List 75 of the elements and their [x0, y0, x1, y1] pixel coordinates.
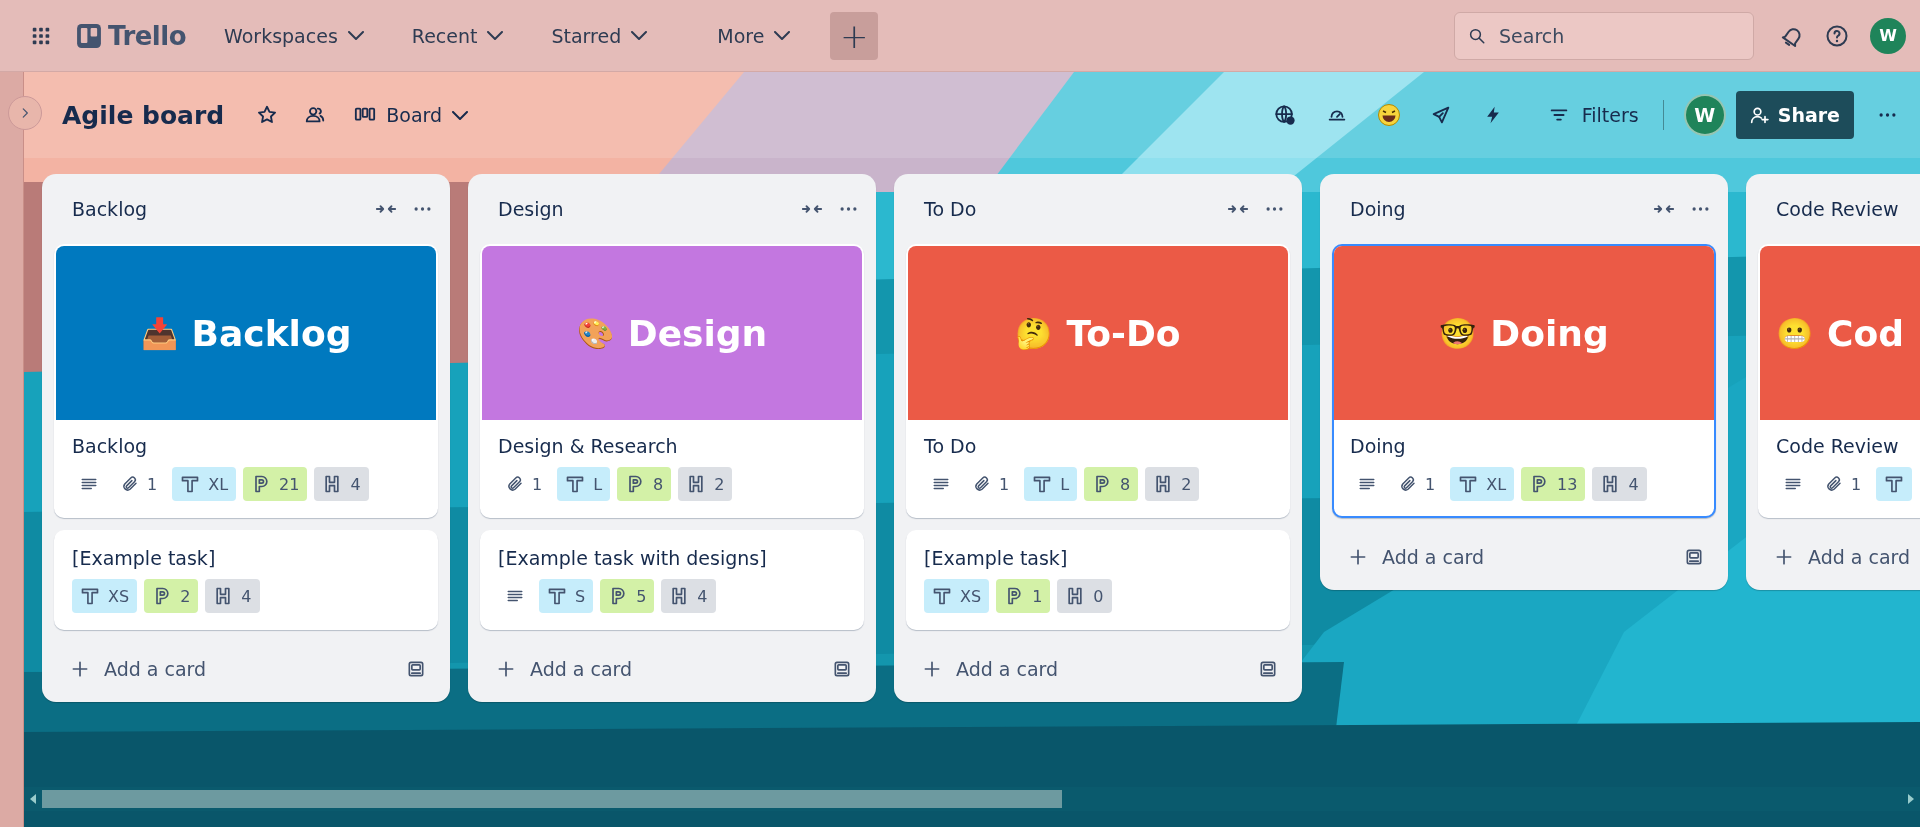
- card-title: Design & Research: [498, 435, 679, 457]
- hours-badge: 4: [1592, 467, 1647, 501]
- points-badge: 8: [617, 467, 672, 501]
- size-badge: L: [557, 467, 611, 501]
- points-badge: 13: [1521, 467, 1586, 501]
- add-card-button[interactable]: Add a card: [916, 652, 1065, 686]
- cover-emoji: 🤔: [1015, 315, 1053, 351]
- add-card-button[interactable]: Add a card: [1342, 540, 1491, 574]
- size-badge: XL: [172, 467, 237, 501]
- size-badge: XS: [72, 579, 138, 613]
- cover-emoji: 📥: [140, 315, 178, 351]
- board-view-button[interactable]: Board: [344, 98, 479, 132]
- list-title[interactable]: Code Review: [1776, 198, 1920, 220]
- card[interactable]: 📥 Backlog Backlog 1 XL 21 4: [54, 244, 438, 518]
- nav-menu-button[interactable]: More: [705, 16, 803, 55]
- card[interactable]: [Example task] XS 1 0: [906, 530, 1290, 630]
- card-title: Doing: [1350, 435, 1407, 457]
- cover-title: Backlog: [191, 312, 352, 354]
- attachment-badge: 1: [498, 467, 551, 501]
- points-badge: 5: [600, 579, 655, 613]
- list-title[interactable]: To Do: [924, 198, 1218, 220]
- hours-badge: 4: [205, 579, 260, 613]
- search-field[interactable]: Search: [1454, 11, 1754, 60]
- size-badge: S: [539, 579, 594, 613]
- nav-menu-button[interactable]: Recent: [399, 16, 516, 55]
- points-badge: 1: [996, 579, 1051, 613]
- points-badge: 2: [144, 579, 199, 613]
- card[interactable]: [Example task] XS 2 4: [54, 530, 438, 630]
- size-badge: L: [1024, 467, 1078, 501]
- cover-emoji: 😬: [1776, 315, 1814, 351]
- attachment-badge: 1: [1817, 467, 1870, 501]
- cover-emoji: 🤓: [1439, 315, 1477, 351]
- cover-title: To-Do: [1066, 312, 1181, 354]
- trello-logo[interactable]: Trello: [76, 20, 187, 51]
- hours-badge: 0: [1057, 579, 1112, 613]
- cover-title: Design: [627, 312, 768, 354]
- nav-menu-button[interactable]: Workspaces: [212, 16, 376, 55]
- attachment-badge: 1: [1391, 467, 1444, 501]
- cover-emoji: 🎨: [576, 315, 614, 351]
- add-card-button[interactable]: Add a card: [490, 652, 639, 686]
- card[interactable]: 😬 Cod Code Review 1: [1758, 244, 1920, 518]
- hours-badge: 2: [1145, 467, 1200, 501]
- cover-title: Doing: [1490, 312, 1609, 354]
- card-title: Code Review: [1776, 435, 1900, 457]
- share-button[interactable]: Share: [1735, 91, 1854, 139]
- list-title[interactable]: Doing: [1350, 198, 1644, 220]
- hours-badge: 4: [661, 579, 716, 613]
- list-title[interactable]: Backlog: [72, 198, 366, 220]
- card[interactable]: 🤔 To-Do To Do 1 L 8 2: [906, 244, 1290, 518]
- filters-button[interactable]: Filters: [1537, 98, 1649, 132]
- card-title: [Example task with designs]: [498, 547, 768, 569]
- card-title: Backlog: [72, 435, 149, 457]
- card[interactable]: 🎨 Design Design & Research 1 L 8 2: [480, 244, 864, 518]
- card-title: [Example task]: [924, 547, 1069, 569]
- size-badge: XS: [924, 579, 990, 613]
- size-badge: XL: [1450, 467, 1515, 501]
- add-card-button[interactable]: Add a card: [1768, 540, 1917, 574]
- attachment-badge: 1: [113, 467, 166, 501]
- card[interactable]: [Example task with designs] S 5 4: [480, 530, 864, 630]
- card-title: To Do: [924, 435, 978, 457]
- hours-badge: 4: [314, 467, 369, 501]
- nav-menu-button[interactable]: Starred: [539, 16, 660, 55]
- add-card-button[interactable]: Add a card: [64, 652, 213, 686]
- logo-text: Trello: [108, 20, 187, 51]
- attachment-badge: 1: [965, 467, 1018, 501]
- hours-badge: 2: [678, 467, 733, 501]
- points-badge: 8: [1084, 467, 1139, 501]
- account-avatar[interactable]: W: [1870, 17, 1906, 54]
- card[interactable]: 🤓 Doing Doing 1 XL 13 4: [1332, 244, 1716, 518]
- points-badge: 21: [243, 467, 308, 501]
- board-title[interactable]: Agile board: [62, 100, 225, 130]
- create-button[interactable]: +: [830, 11, 879, 60]
- card-title: [Example task]: [72, 547, 217, 569]
- list-title[interactable]: Design: [498, 198, 792, 220]
- cover-title: Cod: [1827, 312, 1904, 354]
